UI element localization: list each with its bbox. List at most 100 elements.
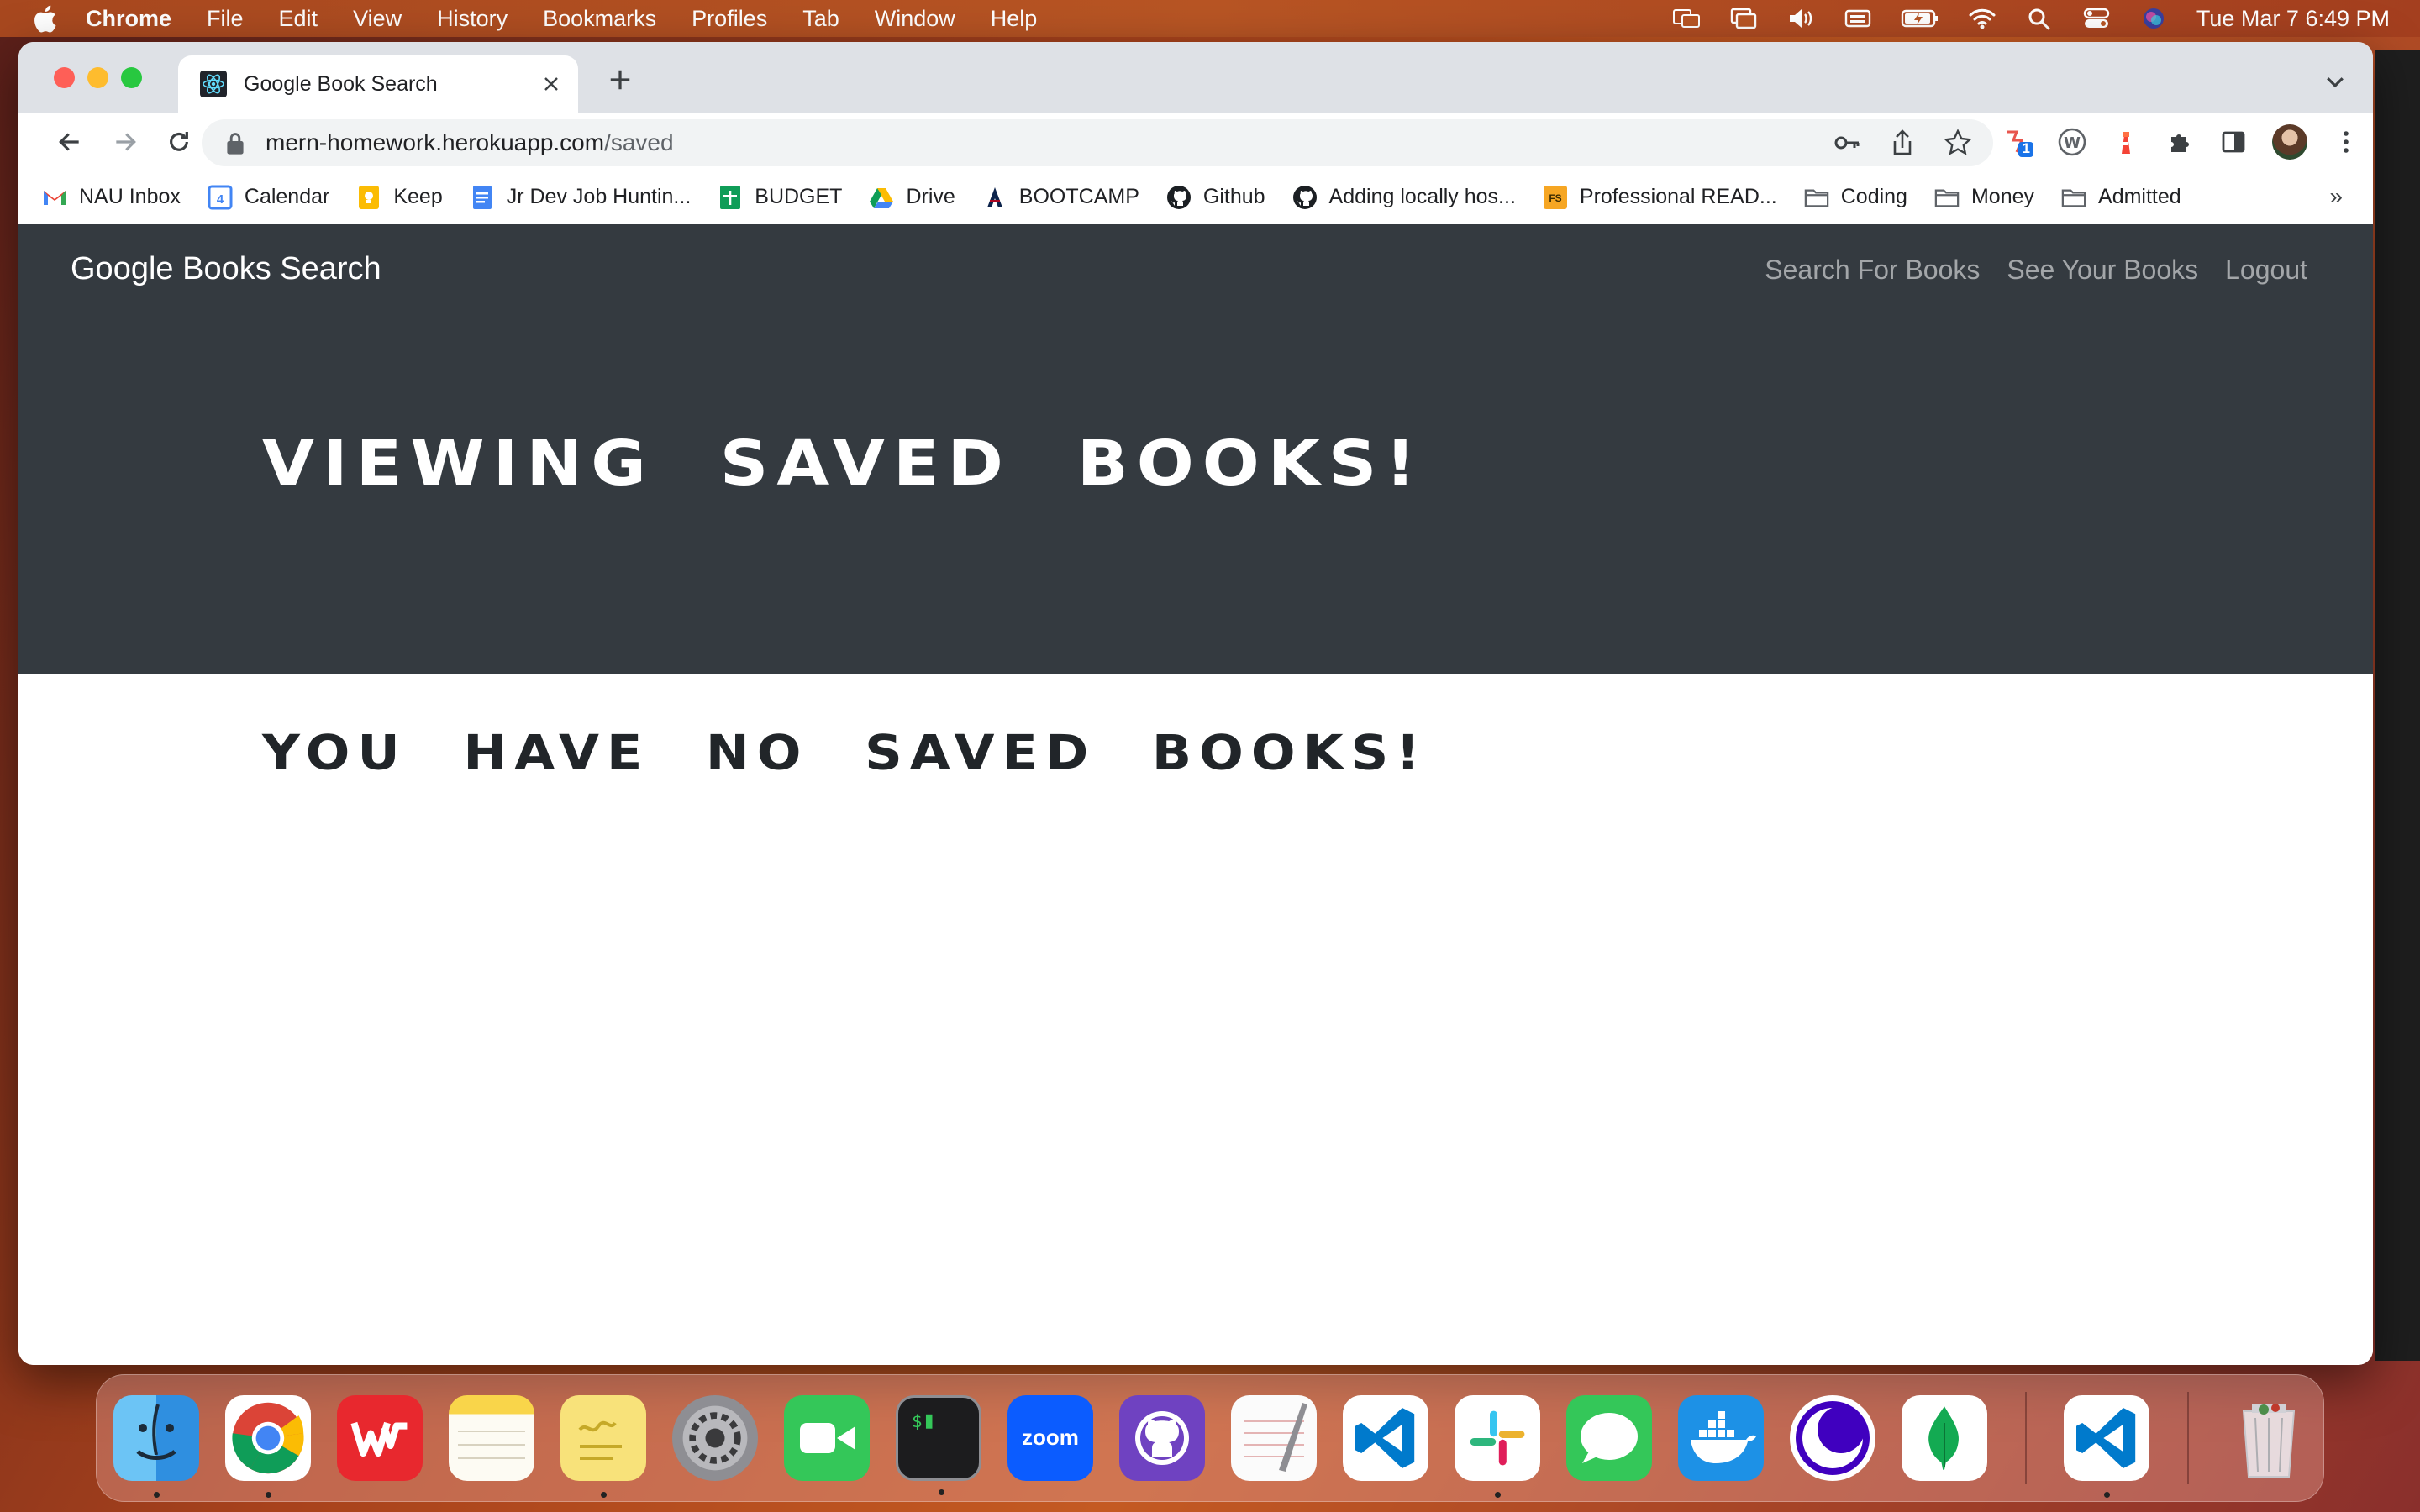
- dock-system-preferences[interactable]: [672, 1395, 758, 1481]
- menu-help[interactable]: Help: [991, 6, 1038, 32]
- dock-docker[interactable]: [1678, 1395, 1764, 1481]
- svg-text:W: W: [2064, 134, 2081, 152]
- bookmark-label: Jr Dev Job Huntin...: [506, 185, 692, 208]
- apple-icon[interactable]: [32, 4, 57, 33]
- share-icon[interactable]: [1887, 128, 1918, 158]
- side-panel-icon[interactable]: [2218, 125, 2249, 159]
- input-source-icon[interactable]: [1672, 6, 1701, 31]
- bookmark-calendar[interactable]: 4 Calendar: [208, 185, 329, 210]
- bookmark-jr-dev-job[interactable]: Jr Dev Job Huntin...: [470, 185, 692, 210]
- menu-app-name[interactable]: Chrome: [86, 6, 171, 32]
- siri-icon[interactable]: [2139, 6, 2168, 31]
- address-bar[interactable]: mern-homework.herokuapp.com/saved: [202, 119, 1993, 166]
- extensions-puzzle-icon[interactable]: [2165, 125, 2195, 159]
- menu-tab[interactable]: Tab: [802, 6, 839, 32]
- bookmark-folder-admitted[interactable]: Admitted: [2061, 185, 2181, 210]
- folder-icon: [1804, 185, 1829, 210]
- background-window-edge: [2375, 50, 2420, 1361]
- dock-zoom[interactable]: zoom: [1007, 1395, 1093, 1481]
- bookmark-folder-money[interactable]: Money: [1934, 185, 2034, 210]
- dock-chrome[interactable]: [225, 1395, 311, 1498]
- dock-terminal[interactable]: $: [896, 1395, 981, 1495]
- bookmark-professional-readme[interactable]: FS Professional READ...: [1543, 185, 1777, 210]
- back-arrow-icon[interactable]: [54, 126, 86, 158]
- nav-logout-link[interactable]: Logout: [2225, 255, 2307, 286]
- macos-menu-bar: Chrome File Edit View History Bookmarks …: [0, 0, 2420, 37]
- minimize-window-button[interactable]: [87, 67, 108, 88]
- dock-messages[interactable]: [1566, 1395, 1652, 1481]
- password-key-icon[interactable]: [1832, 128, 1862, 158]
- dock-stickies[interactable]: [560, 1395, 646, 1498]
- tab-close-icon[interactable]: [536, 69, 566, 99]
- jumbotron-title: VIEWING SAVED BOOKS!: [262, 427, 1424, 500]
- bookmark-bootcamp[interactable]: BOOTCAMP: [982, 185, 1139, 210]
- tab-google-book-search[interactable]: Google Book Search: [178, 55, 578, 113]
- bookmark-nau-inbox[interactable]: NAU Inbox: [42, 185, 181, 210]
- lock-icon[interactable]: [225, 131, 245, 155]
- menu-bookmarks[interactable]: Bookmarks: [543, 6, 656, 32]
- dock-notes[interactable]: [449, 1395, 534, 1481]
- bookmark-label: Keep: [393, 185, 443, 208]
- lighthouse-extension-icon[interactable]: [2111, 125, 2141, 159]
- keyboard-brightness-icon[interactable]: [1844, 6, 1872, 31]
- close-window-button[interactable]: [54, 67, 75, 88]
- forward-arrow-icon[interactable]: [109, 126, 141, 158]
- sheets-icon: [718, 185, 743, 210]
- dock-slack[interactable]: [1455, 1395, 1540, 1498]
- screen-mirroring-icon[interactable]: [1729, 6, 1758, 31]
- bookmark-adding-locally[interactable]: Adding locally hos...: [1292, 185, 1516, 210]
- docs-icon: [470, 185, 495, 210]
- dock-finder[interactable]: [113, 1395, 199, 1498]
- bookmark-budget[interactable]: BUDGET: [718, 185, 842, 210]
- nav-search-for-books-link[interactable]: Search For Books: [1765, 255, 1980, 286]
- profile-avatar[interactable]: [2272, 124, 2307, 160]
- navbar-brand[interactable]: Google Books Search: [71, 251, 381, 287]
- fullscreen-window-button[interactable]: [121, 67, 142, 88]
- bookmark-drive[interactable]: Drive: [869, 185, 955, 210]
- dock-vscode-recent[interactable]: [2064, 1395, 2149, 1498]
- bookmark-star-icon[interactable]: [1943, 128, 1973, 158]
- menu-history[interactable]: History: [437, 6, 508, 32]
- bookmark-label: BUDGET: [755, 185, 843, 208]
- url-text[interactable]: mern-homework.herokuapp.com/saved: [266, 129, 674, 156]
- dock-textedit[interactable]: [1231, 1395, 1317, 1481]
- navbar-links: Search For Books See Your Books Logout: [1765, 255, 2307, 286]
- wordpress-extension-icon[interactable]: W: [2057, 125, 2087, 159]
- svg-text:$: $: [912, 1411, 922, 1431]
- bookmarks-overflow-chevron[interactable]: »: [2329, 183, 2343, 210]
- app-navbar: Google Books Search Search For Books See…: [18, 224, 2373, 674]
- dock-wps-office[interactable]: [337, 1395, 423, 1481]
- dock-mongodb-compass[interactable]: [1902, 1395, 1987, 1481]
- volume-icon[interactable]: [1786, 6, 1815, 31]
- bookmark-github[interactable]: Github: [1166, 185, 1265, 210]
- reload-icon[interactable]: [163, 126, 195, 158]
- dock-insomnia[interactable]: [1790, 1395, 1876, 1481]
- macos-dock: $ zoom: [96, 1374, 2324, 1502]
- bookmark-keep[interactable]: Keep: [356, 185, 443, 210]
- menu-file[interactable]: File: [207, 6, 244, 32]
- dock-vscode[interactable]: [1343, 1395, 1428, 1481]
- dock-facetime[interactable]: [784, 1395, 870, 1481]
- no-saved-books-message: YOU HAVE NO SAVED BOOKS!: [262, 723, 1428, 781]
- menu-window[interactable]: Window: [875, 6, 955, 32]
- bookmark-label: Drive: [906, 185, 955, 208]
- battery-icon[interactable]: [1901, 6, 1939, 31]
- tab-strip: Google Book Search: [18, 42, 2373, 113]
- new-tab-button[interactable]: [605, 67, 635, 97]
- dock-trash[interactable]: [2226, 1395, 2312, 1481]
- fs-icon: FS: [1543, 185, 1568, 210]
- chrome-menu-kebab-icon[interactable]: [2331, 125, 2361, 159]
- menu-view[interactable]: View: [353, 6, 402, 32]
- svg-text:4: 4: [217, 192, 224, 207]
- nav-see-your-books-link[interactable]: See Your Books: [2007, 255, 2198, 286]
- wifi-icon[interactable]: [1968, 6, 1996, 31]
- control-center-icon[interactable]: [2082, 6, 2111, 31]
- menubar-clock[interactable]: Tue Mar 7 6:49 PM: [2196, 6, 2390, 32]
- dock-github-desktop[interactable]: [1119, 1395, 1205, 1481]
- extension-badge-icon[interactable]: 1: [2003, 125, 2033, 159]
- menu-profiles[interactable]: Profiles: [692, 6, 767, 32]
- bookmark-folder-coding[interactable]: Coding: [1804, 185, 1907, 210]
- spotlight-search-icon[interactable]: [2025, 6, 2054, 31]
- tab-search-chevron-icon[interactable]: [2323, 69, 2348, 94]
- menu-edit[interactable]: Edit: [279, 6, 318, 32]
